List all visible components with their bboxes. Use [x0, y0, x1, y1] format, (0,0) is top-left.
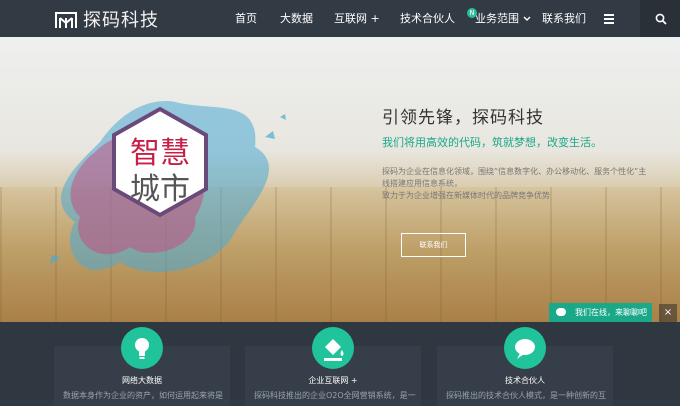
nav-internet-plus[interactable]: 互联网 + [334, 0, 380, 37]
chevron-down-icon [523, 16, 530, 21]
lightbulb-icon [121, 327, 163, 369]
hero-title: 引领先锋，探码科技 [382, 108, 544, 128]
badge-text-bottom: 城市 [130, 172, 190, 207]
top-navbar: 探码科技 首页 大数据 互联网 + 技术合伙人 N 业务范围 联系我们 [0, 0, 680, 37]
menu-toggle-button[interactable] [597, 0, 621, 37]
badge-text-top: 智慧 [130, 136, 190, 171]
feature-text-internet-plus: 探码科技推出的企业O2O全网营销系统，是一 [254, 391, 416, 400]
feature-section: 网络大数据 企业互联网 + 技术合伙人 数据本身作为企业的资产，如何运用起来将是… [0, 322, 680, 406]
nav-tech-partner[interactable]: 技术合伙人 [400, 0, 455, 37]
hero-subtitle: 我们将用高效的代码，筑就梦想，改变生活。 [382, 136, 602, 149]
paint-bucket-icon [312, 327, 354, 369]
logo[interactable]: 探码科技 [55, 7, 159, 31]
search-button[interactable] [640, 0, 680, 37]
logo-text: 探码科技 [83, 10, 159, 31]
feature-title-big-data: 网络大数据 [122, 376, 162, 385]
feature-title-internet-plus: 企业互联网 + [308, 376, 358, 385]
nav-big-data[interactable]: 大数据 [280, 0, 313, 37]
feature-text-tech-partner: 探码推出的技术合伙人模式，是一种创新的互 [446, 391, 606, 400]
chat-bubble-icon [556, 308, 566, 316]
nav-contact[interactable]: 联系我们 [542, 0, 586, 37]
chat-close-icon[interactable]: × [659, 304, 677, 322]
chat-label: 我们在线，来聊聊吧 [575, 308, 647, 317]
nav-home[interactable]: 首页 [235, 0, 257, 37]
hero-description-line-2: 致力于为企业增强在新媒体时代的品牌竞争优势 [382, 191, 550, 200]
online-chat-button[interactable]: 我们在线，来聊聊吧 [549, 303, 652, 322]
logo-mark-icon [55, 12, 77, 28]
smart-city-graphic: 智慧 城市 [50, 101, 286, 273]
search-icon [655, 13, 667, 25]
speech-bubble-icon [504, 327, 546, 369]
nav-business-scope-label: 业务范围 [475, 12, 519, 25]
hero-banner: 智慧 城市 引领先锋，探码科技 我们将用高效的代码，筑就梦想，改变生活。 探码为… [0, 37, 680, 322]
feature-text-big-data: 数据本身作为企业的资产，如何运用起来将是 [63, 391, 223, 400]
nav-business-scope[interactable]: 业务范围 [475, 0, 531, 37]
feature-title-tech-partner: 技术合伙人 [505, 376, 545, 385]
contact-us-button[interactable]: 联系我们 [401, 233, 466, 257]
hero-description: 探码为企业在信息化领域，围绕“信息数字化、办公移动化、服务个性化”主线搭建应用信… [382, 166, 652, 202]
hero-description-line-1: 探码为企业在信息化领域，围绕“信息数字化、办公移动化、服务个性化”主线搭建应用信… [382, 167, 647, 188]
